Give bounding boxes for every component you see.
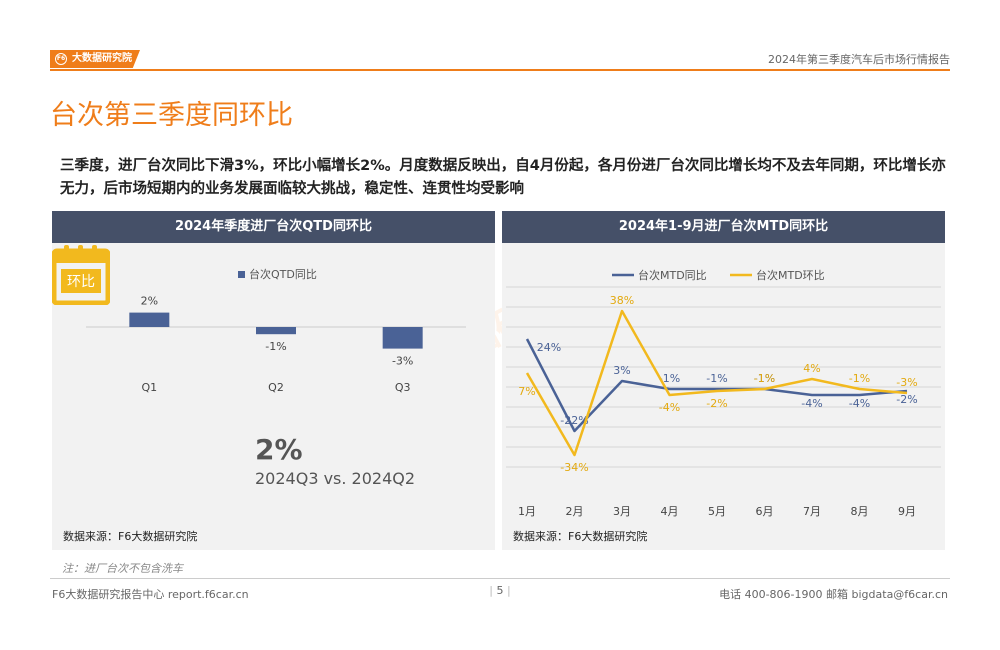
x-tick-label: 7月 — [803, 505, 821, 518]
data-label: -4% — [849, 397, 870, 410]
qoq-compare-text: 2024Q3 vs. 2024Q2 — [255, 469, 416, 488]
summary-text: 三季度，进厂台次同比下滑3%，环比小幅增长2%。月度数据反映出，自4月份起，各月… — [60, 158, 946, 197]
data-label: -1% — [706, 372, 727, 385]
left-panel-title: 2024年季度进厂台次QTD同环比 — [52, 211, 495, 243]
data-label: -4% — [659, 401, 680, 414]
data-label: -1% — [849, 372, 870, 385]
qtd-panel: 台次QTD同比 2% Q1 -1% Q2 -3% Q3 环比 2% 2024Q3 vs. 2… — [52, 243, 495, 550]
x-tick-label: 5月 — [708, 505, 726, 518]
page-title: 台次第三季度同环比 — [50, 100, 293, 131]
legend-label: 台次MTD环比 — [756, 268, 825, 282]
data-label: -4% — [801, 397, 822, 410]
data-source: 数据来源：F6大数据研究院 — [513, 530, 648, 543]
mtd-line-chart: 台次MTD同比 台次MTD环比1月 2月 3月 4月 5月 6月 7月 8月 9月24%-22%3… — [506, 268, 941, 518]
data-label: -2% — [896, 393, 917, 406]
x-tick-label: 1月 — [518, 505, 536, 518]
bar — [382, 327, 423, 349]
f6-logo-icon: F6 — [55, 53, 67, 65]
logo-text: 大数据研究院 — [72, 53, 132, 64]
bar-label: -3% — [392, 355, 413, 368]
right-panel-title: 2024年1-9月进厂台次MTD同环比 — [502, 211, 945, 243]
header-divider — [50, 69, 950, 71]
x-tick-label: 2月 — [566, 505, 584, 518]
footer-left: F6大数据研究报告中心 report.f6car.cn — [52, 588, 249, 601]
x-tick-label: Q3 — [395, 381, 411, 394]
data-label: -3% — [896, 376, 917, 389]
x-tick-label: 6月 — [756, 505, 774, 518]
x-tick-label: 8月 — [851, 505, 869, 518]
bar — [256, 327, 296, 335]
legend-label: 台次QTD同比 — [249, 267, 317, 281]
qoq-value: 2% — [255, 433, 303, 466]
page-number-value: 5 — [496, 584, 504, 597]
calendar-label: 环比 — [67, 274, 95, 290]
data-label: 38% — [610, 294, 634, 307]
bar — [129, 312, 170, 327]
footer-contact: 电话 400-806-1900 邮箱 bigdata@f6car.cn — [719, 588, 948, 601]
page-header: F6 大数据研究院 2024年第三季度汽车后市场行情报告 — [50, 48, 950, 70]
mtd-panel: 台次MTD同比 台次MTD环比 1月 2月 3月 4月 5月 6月 7月 8月 9月 24% -22% 3… — [502, 243, 945, 550]
footer-divider — [50, 578, 950, 579]
data-label: 24% — [537, 341, 561, 354]
x-tick-label: Q2 — [268, 381, 284, 394]
brand-logo: F6 大数据研究院 — [50, 50, 140, 68]
bar-label: 2% — [141, 295, 158, 308]
x-tick-label: 3月 — [613, 505, 631, 518]
data-label: -1% — [754, 372, 775, 385]
x-tick-label: Q1 — [141, 381, 157, 394]
data-label: -2% — [706, 397, 727, 410]
qtd-bar-chart: 台次QTD同比 2% Q1 -1% Q2 -3% Q3 — [86, 267, 466, 394]
data-label: 3% — [613, 364, 630, 377]
footnote: 注：进厂台次不包含洗车 — [62, 562, 183, 575]
data-label: 4% — [803, 362, 820, 375]
data-label: 7% — [518, 385, 535, 398]
report-title: 2024年第三季度汽车后市场行情报告 — [768, 53, 950, 66]
calendar-icon: 环比 — [52, 245, 110, 305]
bar-label: -1% — [265, 340, 286, 353]
legend-label: 台次MTD同比 — [638, 268, 707, 282]
data-label: -34% — [560, 461, 588, 474]
page-number: | 5 | — [489, 584, 511, 597]
data-source: 数据来源：F6大数据研究院 — [63, 530, 198, 543]
legend-swatch — [238, 271, 245, 278]
x-tick-label: 9月 — [898, 505, 916, 518]
x-tick-label: 4月 — [661, 505, 679, 518]
